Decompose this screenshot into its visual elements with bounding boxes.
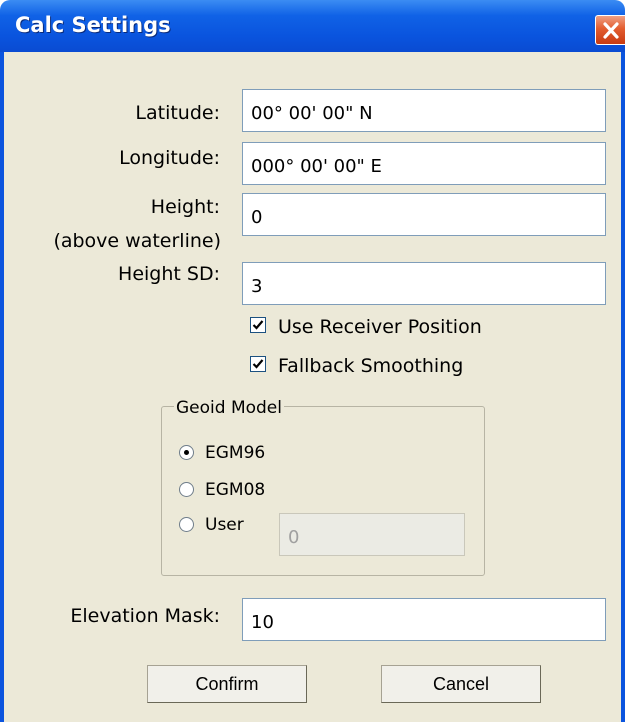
checkmark-icon xyxy=(252,359,264,369)
user-geoid-input[interactable]: 0 xyxy=(279,513,465,556)
window-title: Calc Settings xyxy=(15,13,171,37)
checkmark-icon xyxy=(252,320,264,330)
egm96-radio[interactable] xyxy=(179,445,194,460)
height-input[interactable]: 0 xyxy=(242,193,606,236)
title-bar[interactable]: Calc Settings xyxy=(0,0,625,52)
user-label[interactable]: User xyxy=(205,515,244,535)
close-button[interactable] xyxy=(595,15,625,45)
confirm-button[interactable]: Confirm xyxy=(147,665,307,703)
fallback-smoothing-checkbox[interactable] xyxy=(250,356,266,372)
longitude-label: Longitude: xyxy=(119,147,220,169)
elevation-mask-input[interactable]: 10 xyxy=(242,598,606,641)
latitude-label: Latitude: xyxy=(135,102,220,124)
geoid-model-title: Geoid Model xyxy=(174,398,284,418)
use-receiver-position-checkbox[interactable] xyxy=(250,317,266,333)
height-sd-label: Height SD: xyxy=(118,263,220,285)
height-label: Height: xyxy=(150,196,220,218)
cancel-button[interactable]: Cancel xyxy=(381,665,541,703)
use-receiver-position-label[interactable]: Use Receiver Position xyxy=(278,316,482,338)
egm08-label[interactable]: EGM08 xyxy=(205,480,265,500)
elevation-mask-label: Elevation Mask: xyxy=(70,605,220,627)
height-sd-input[interactable]: 3 xyxy=(242,262,606,305)
longitude-input[interactable]: 000° 00' 00" E xyxy=(242,142,606,185)
calc-settings-dialog: Calc Settings Latitude: 00° 00' 00" N Lo… xyxy=(0,0,625,722)
egm08-radio[interactable] xyxy=(179,482,194,497)
user-radio[interactable] xyxy=(179,517,194,532)
height-sublabel: (above waterline) xyxy=(53,230,221,252)
close-icon xyxy=(603,22,619,39)
egm96-label[interactable]: EGM96 xyxy=(205,443,265,463)
fallback-smoothing-label[interactable]: Fallback Smoothing xyxy=(278,355,463,377)
latitude-input[interactable]: 00° 00' 00" N xyxy=(242,89,606,132)
